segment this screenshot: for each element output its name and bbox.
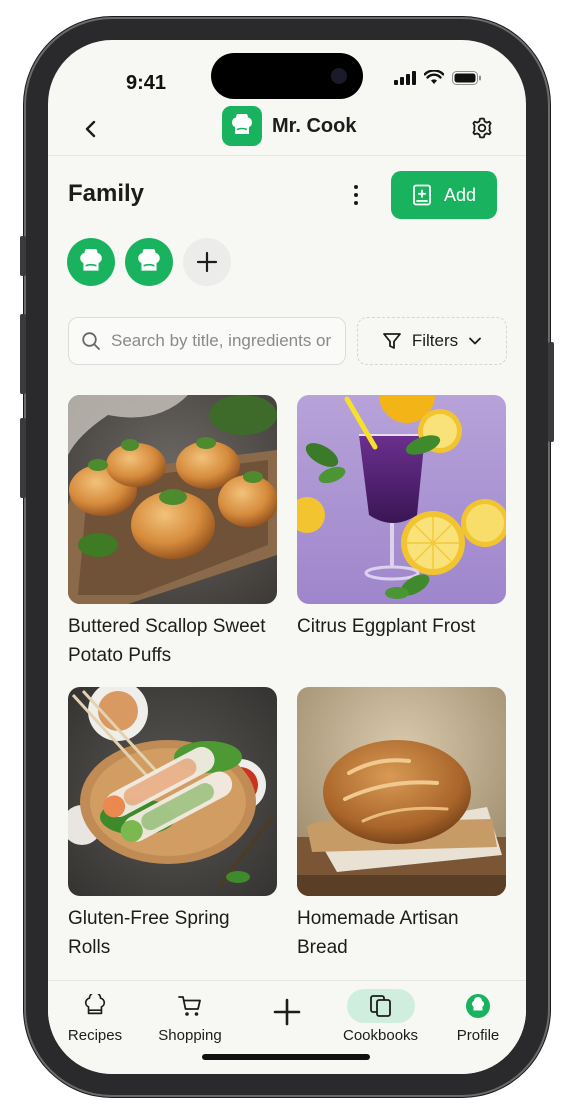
back-button[interactable] <box>78 116 104 142</box>
recipe-image[interactable] <box>68 395 277 604</box>
members-row <box>67 238 231 286</box>
search-bar[interactable] <box>68 317 346 365</box>
search-icon <box>82 332 100 350</box>
nav-label: Recipes <box>67 1027 123 1044</box>
recipe-title[interactable]: Buttered Scallop Sweet Potato Puffs <box>68 612 277 670</box>
chef-hat-icon <box>80 249 102 271</box>
add-button-label: Add <box>443 184 477 205</box>
add-recipe-button[interactable]: Add <box>391 171 497 219</box>
filters-button[interactable]: Filters <box>357 317 507 365</box>
battery-icon <box>452 70 481 85</box>
nav-label: Cookbooks <box>343 1027 419 1044</box>
settings-button[interactable] <box>468 114 496 142</box>
profile-avatar-icon <box>444 989 512 1023</box>
add-to-book-icon <box>413 184 431 206</box>
app-brand: Mr. Cook <box>222 106 356 146</box>
recipe-image[interactable] <box>297 395 506 604</box>
volume-down-button <box>20 418 26 498</box>
top-bar: Mr. Cook <box>48 102 526 156</box>
volume-up-button <box>20 314 26 394</box>
recipe-card[interactable]: Buttered Scallop Sweet Potato Puffs <box>68 395 277 670</box>
nav-cookbooks[interactable]: Cookbooks <box>343 989 418 1044</box>
status-time: 9:41 <box>126 72 167 94</box>
wifi-icon <box>424 70 444 84</box>
gear-icon <box>472 117 492 139</box>
more-dots-icon <box>354 185 358 189</box>
power-button <box>548 342 554 442</box>
filter-funnel-icon <box>382 333 401 349</box>
nav-label: Shopping <box>158 1027 222 1044</box>
recipe-title[interactable]: Gluten-Free Spring Rolls <box>68 904 277 962</box>
cellular-signal-icon <box>394 70 416 85</box>
nav-profile[interactable]: Profile <box>444 989 512 1044</box>
filters-label: Filters <box>411 331 459 350</box>
nav-label: Profile <box>456 1027 500 1044</box>
action-button <box>20 236 26 276</box>
nav-shopping[interactable]: Shopping <box>156 989 224 1044</box>
phone-screen: 9:41 Mr. Cook Family Add Search by title… <box>48 40 526 1074</box>
nav-recipes[interactable]: Recipes <box>61 989 129 1044</box>
add-member-button[interactable] <box>183 238 231 286</box>
member-avatar[interactable] <box>67 238 115 286</box>
chevron-down-icon <box>469 337 482 345</box>
search-input[interactable] <box>111 331 335 351</box>
recipe-title[interactable]: Homemade Artisan Bread <box>297 904 506 962</box>
cookbook-title: Family <box>68 180 145 207</box>
member-avatar[interactable] <box>125 238 173 286</box>
recipe-image[interactable] <box>68 687 277 896</box>
cart-icon <box>156 989 224 1023</box>
home-indicator <box>202 1054 370 1060</box>
app-name: Mr. Cook <box>272 114 357 137</box>
plus-icon <box>253 995 321 1029</box>
chevron-left-icon <box>85 120 96 138</box>
cookbooks-icon <box>346 989 415 1023</box>
status-icons <box>394 70 482 85</box>
recipe-card[interactable]: Gluten-Free Spring Rolls <box>68 687 277 962</box>
recipe-image[interactable] <box>297 687 506 896</box>
recipe-card[interactable]: Citrus Eggplant Frost <box>297 395 506 641</box>
chef-hat-icon <box>61 989 129 1023</box>
dynamic-island <box>211 53 363 99</box>
chef-hat-icon <box>138 249 160 271</box>
recipe-card[interactable]: Homemade Artisan Bread <box>297 687 506 962</box>
plus-icon <box>196 251 218 273</box>
chef-hat-logo-icon <box>222 106 262 146</box>
recipe-title[interactable]: Citrus Eggplant Frost <box>297 612 506 641</box>
more-options-button[interactable] <box>346 182 366 208</box>
nav-create[interactable] <box>253 995 321 1029</box>
